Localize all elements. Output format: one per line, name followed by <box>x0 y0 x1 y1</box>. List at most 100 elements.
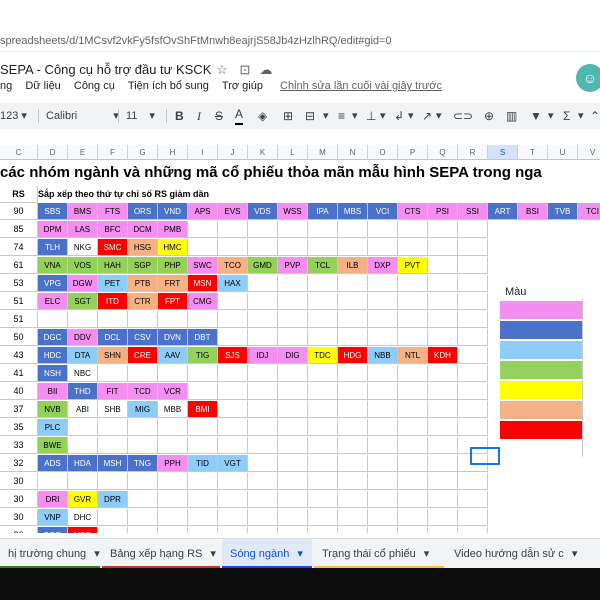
rs-value-cell[interactable]: 30 <box>0 491 38 508</box>
empty-cell[interactable] <box>308 221 338 238</box>
stock-code-cell[interactable]: TID <box>188 455 218 472</box>
collaborator-avatar[interactable]: ☺ <box>576 64 600 92</box>
chevron-down-icon[interactable]: ▾ <box>572 548 578 560</box>
stock-code-cell[interactable]: DPR <box>98 491 128 508</box>
empty-cell[interactable] <box>188 365 218 382</box>
stock-code-cell[interactable]: BFC <box>98 221 128 238</box>
empty-cell[interactable] <box>248 311 278 328</box>
empty-cell[interactable] <box>428 437 458 454</box>
empty-cell[interactable] <box>428 239 458 256</box>
rs-value-cell[interactable]: 30 <box>0 473 38 490</box>
stock-code-cell[interactable]: BSI <box>518 203 548 220</box>
stock-code-cell[interactable]: MSN <box>188 275 218 292</box>
empty-cell[interactable] <box>458 383 488 400</box>
empty-cell[interactable] <box>458 509 488 526</box>
font-select[interactable]: Calibri ▾ <box>46 107 119 125</box>
rs-value-cell[interactable]: 61 <box>0 257 38 274</box>
stock-code-cell[interactable]: MIG <box>128 401 158 418</box>
stock-code-cell[interactable]: DCM <box>128 221 158 238</box>
empty-cell[interactable] <box>188 491 218 508</box>
empty-cell[interactable] <box>218 311 248 328</box>
text-wrap-icon[interactable]: ↲ <box>394 107 404 125</box>
empty-cell[interactable] <box>368 419 398 436</box>
stock-code-cell[interactable]: MSH <box>98 455 128 472</box>
stock-code-cell[interactable]: DDV <box>68 329 98 346</box>
empty-cell[interactable] <box>308 293 338 310</box>
empty-cell[interactable] <box>218 419 248 436</box>
sheet-tab[interactable]: Video hướng dẫn sử c ▾ <box>446 539 600 569</box>
empty-cell[interactable] <box>188 419 218 436</box>
column-header-S[interactable]: S <box>488 145 518 160</box>
column-header-T[interactable]: T <box>518 145 548 160</box>
empty-cell[interactable] <box>248 419 278 436</box>
empty-cell[interactable] <box>278 509 308 526</box>
empty-cell[interactable] <box>458 239 488 256</box>
stock-code-cell[interactable]: CTS <box>398 203 428 220</box>
empty-cell[interactable] <box>128 311 158 328</box>
column-header-K[interactable]: K <box>248 145 278 160</box>
column-header-D[interactable]: D <box>38 145 68 160</box>
empty-cell[interactable] <box>338 311 368 328</box>
empty-cell[interactable] <box>308 311 338 328</box>
empty-cell[interactable] <box>428 383 458 400</box>
legend-swatch-red[interactable] <box>500 421 582 439</box>
chevron-down-icon[interactable]: ▾ <box>408 107 414 125</box>
empty-cell[interactable] <box>278 275 308 292</box>
stock-code-cell[interactable]: TNG <box>128 455 158 472</box>
empty-cell[interactable] <box>218 527 248 533</box>
stock-code-cell[interactable]: IDJ <box>248 347 278 364</box>
rs-value-cell[interactable]: 85 <box>0 221 38 238</box>
empty-cell[interactable] <box>308 455 338 472</box>
empty-cell[interactable] <box>368 437 398 454</box>
empty-cell[interactable] <box>158 365 188 382</box>
stock-code-cell[interactable]: VOS <box>68 257 98 274</box>
empty-cell[interactable] <box>248 527 278 533</box>
empty-cell[interactable] <box>368 491 398 508</box>
column-header-N[interactable]: N <box>338 145 368 160</box>
empty-cell[interactable] <box>458 257 488 274</box>
empty-cell[interactable] <box>248 491 278 508</box>
column-header-P[interactable]: P <box>398 145 428 160</box>
rs-value-cell[interactable]: 40 <box>0 383 38 400</box>
empty-cell[interactable] <box>428 491 458 508</box>
empty-cell[interactable] <box>248 365 278 382</box>
rs-value-cell[interactable]: 32 <box>0 455 38 472</box>
stock-code-cell[interactable]: ILB <box>338 257 368 274</box>
empty-cell[interactable] <box>158 491 188 508</box>
stock-code-cell[interactable]: PLC <box>38 419 68 436</box>
column-header-L[interactable]: L <box>278 145 308 160</box>
stock-code-cell[interactable]: CMG <box>188 293 218 310</box>
empty-cell[interactable] <box>368 275 398 292</box>
empty-cell[interactable] <box>98 437 128 454</box>
legend-swatch-yellow[interactable] <box>500 381 582 399</box>
stock-code-cell[interactable]: ABI <box>68 401 98 418</box>
legend-swatch-pink[interactable] <box>500 301 582 319</box>
rs-value-cell[interactable]: 41 <box>0 365 38 382</box>
empty-cell[interactable] <box>428 419 458 436</box>
rs-value-cell[interactable]: 37 <box>0 401 38 418</box>
stock-code-cell[interactable]: WSS <box>278 203 308 220</box>
sheet-title[interactable]: các nhóm ngành và những mã cổ phiếu thỏa… <box>0 162 600 184</box>
empty-cell[interactable] <box>128 437 158 454</box>
empty-cell[interactable] <box>218 383 248 400</box>
stock-code-cell[interactable]: APS <box>188 203 218 220</box>
stock-code-cell[interactable]: THD <box>68 383 98 400</box>
empty-cell[interactable] <box>338 275 368 292</box>
empty-cell[interactable] <box>458 401 488 418</box>
stock-code-cell[interactable]: PSI <box>428 203 458 220</box>
stock-code-cell[interactable]: HAH <box>98 257 128 274</box>
empty-cell[interactable] <box>458 527 488 533</box>
stock-code-cell[interactable]: DPM <box>38 221 68 238</box>
empty-cell[interactable] <box>428 293 458 310</box>
empty-cell[interactable] <box>188 509 218 526</box>
rs-value-cell[interactable]: 51 <box>0 293 38 310</box>
column-header-Q[interactable]: Q <box>428 145 458 160</box>
stock-code-cell[interactable]: SSI <box>458 203 488 220</box>
rs-value-cell[interactable]: 74 <box>0 239 38 256</box>
column-header-J[interactable]: J <box>218 145 248 160</box>
empty-cell[interactable] <box>338 527 368 533</box>
empty-cell[interactable] <box>338 473 368 490</box>
empty-cell[interactable] <box>278 383 308 400</box>
stock-code-cell[interactable]: SBS <box>38 203 68 220</box>
stock-code-cell[interactable]: BMI <box>188 401 218 418</box>
